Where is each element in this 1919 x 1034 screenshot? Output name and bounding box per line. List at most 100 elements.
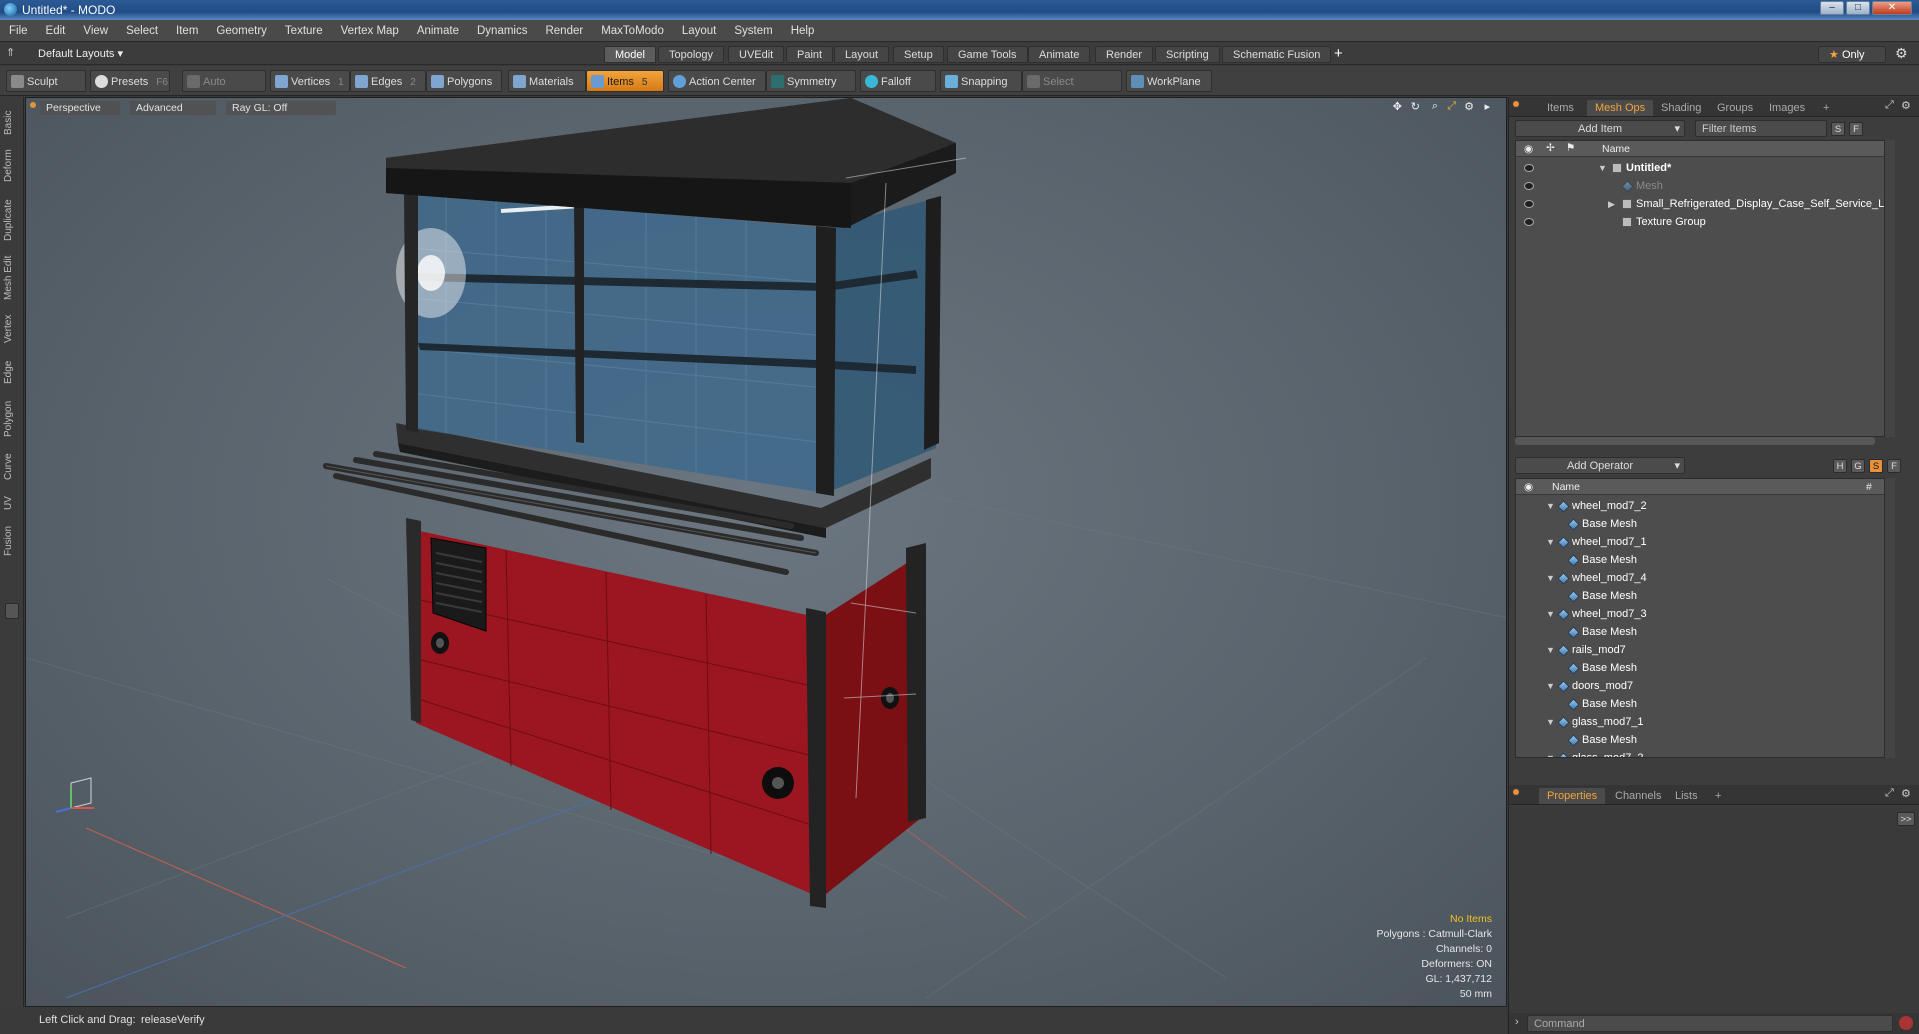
tree-row-texture-group[interactable]: Texture Group [1516,213,1884,231]
tab-mesh-edit[interactable]: Mesh Edit [3,252,21,304]
close-button[interactable]: ✕ [1872,1,1912,15]
workplane-button[interactable]: WorkPlane [1126,70,1212,92]
expand-panel-icon[interactable]: ⤢ [1885,787,1894,800]
add-item-dropdown[interactable]: Add Item ▾ [1515,120,1685,137]
add-operator-dropdown[interactable]: Add Operator ▾ [1515,457,1685,474]
items-f-button[interactable]: F [1849,122,1863,136]
command-input[interactable]: Command [1527,1015,1893,1032]
panel-gear-icon[interactable]: ⚙ [1901,787,1911,800]
add-tab-icon[interactable]: + [1707,788,1729,804]
vertices-button[interactable]: Vertices 1 [270,70,350,92]
panel-gear-icon[interactable]: ⚙ [1901,99,1911,112]
menu-animate[interactable]: Animate [408,20,468,42]
menu-system[interactable]: System [725,20,781,42]
layout-switch-icon[interactable]: ⇑ [6,46,15,59]
action-center-button[interactable]: Action Center [668,70,766,92]
menu-render[interactable]: Render [536,20,592,42]
eye-icon[interactable] [1524,218,1534,226]
meshops-scrollbar[interactable] [1885,478,1895,758]
collapse-arrow-icon[interactable]: ▼ [1546,749,1555,757]
eye-icon[interactable] [1524,164,1534,172]
expand-arrow-icon[interactable]: ▶ [1608,195,1615,213]
tab-model[interactable]: Model [604,46,656,63]
tab-duplicate[interactable]: Duplicate [3,193,21,247]
collapse-arrow-icon[interactable]: ▼ [1546,677,1555,695]
meshop-row[interactable]: ▼ doors_mod7 [1516,677,1884,695]
tab-render[interactable]: Render [1095,46,1154,63]
sculpt-button[interactable]: Sculpt [6,70,86,92]
base-mesh-row[interactable]: Base Mesh [1516,515,1884,533]
menu-file[interactable]: File [0,20,37,42]
snapping-button[interactable]: Snapping [940,70,1022,92]
select-through-button[interactable]: Select Through [1022,70,1122,110]
eye-icon[interactable] [1524,200,1534,208]
tab-paint[interactable]: Paint [786,46,834,63]
menu-select[interactable]: Select [117,20,167,42]
base-mesh-row[interactable]: Base Mesh [1516,731,1884,749]
menu-vertex-map[interactable]: Vertex Map [332,20,408,42]
tree-row-scene[interactable]: ▼ Untitled* [1516,159,1884,177]
only-toggle[interactable]: ★ Only [1818,46,1886,63]
materials-button[interactable]: Materials [508,70,586,92]
expand-properties-button[interactable]: >> [1897,812,1915,826]
symmetry-button[interactable]: Symmetry [766,70,856,92]
add-layout-tab-button[interactable]: + [1334,45,1343,62]
menu-item[interactable]: Item [167,20,207,42]
items-hscrollbar[interactable] [1515,437,1875,445]
meshop-row[interactable]: ▼ glass_mod7_2 [1516,749,1884,757]
expand-panel-icon[interactable]: ⤢ [1885,99,1894,112]
menu-view[interactable]: View [74,20,117,42]
menu-maxtomodo[interactable]: MaxToModo [592,20,673,42]
tab-uv[interactable]: UV [3,491,21,515]
presets-button[interactable]: Presets F6 [90,70,170,92]
menu-help[interactable]: Help [782,20,824,42]
default-layouts-dropdown[interactable]: Default Layouts ▾ [38,47,123,60]
tab-uvedit[interactable]: UVEdit [728,46,785,63]
gear-icon[interactable]: ⚙ [1895,45,1908,62]
meshops-g-button[interactable]: G [1851,459,1865,473]
base-mesh-row[interactable]: Base Mesh [1516,659,1884,677]
filter-items-input[interactable]: Filter Items [1695,120,1827,137]
menu-layout[interactable]: Layout [673,20,726,42]
meshops-f-button[interactable]: F [1887,459,1901,473]
tab-game-tools[interactable]: Game Tools [947,46,1028,63]
tab-shading[interactable]: Shading [1653,100,1709,116]
collapse-arrow-icon[interactable]: ▼ [1546,497,1555,515]
tab-setup[interactable]: Setup [893,46,944,63]
meshop-row[interactable]: ▼ wheel_mod7_1 [1516,533,1884,551]
base-mesh-row[interactable]: Base Mesh [1516,587,1884,605]
tab-topology[interactable]: Topology [658,46,725,63]
meshop-row[interactable]: ▼ wheel_mod7_2 [1516,497,1884,515]
collapse-arrow-icon[interactable]: ▼ [1546,533,1555,551]
meshop-row[interactable]: ▼ glass_mod7_1 [1516,713,1884,731]
eye-icon[interactable] [1524,182,1534,190]
auto-select-button[interactable]: Auto Select [182,70,266,110]
items-button[interactable]: Items 5 [586,70,664,92]
record-icon[interactable] [1899,1016,1913,1030]
tree-row-display-case[interactable]: ▶ Small_Refrigerated_Display_Case_Self_S… [1516,195,1884,213]
tab-mesh-ops[interactable]: Mesh Ops [1587,100,1654,116]
tab-lists[interactable]: Lists [1667,788,1706,804]
tab-edge[interactable]: Edge [3,355,21,389]
tab-basic[interactable]: Basic [3,105,21,141]
tab-fusion[interactable]: Fusion [3,521,21,561]
base-mesh-row[interactable]: Base Mesh [1516,623,1884,641]
meshop-row[interactable]: ▼ rails_mod7 [1516,641,1884,659]
tab-curve[interactable]: Curve [3,449,21,485]
menu-edit[interactable]: Edit [37,20,75,42]
collapse-arrow-icon[interactable]: ▼ [1546,641,1555,659]
tab-groups[interactable]: Groups [1709,100,1761,116]
maximize-button[interactable]: □ [1846,1,1870,15]
tab-channels[interactable]: Channels [1607,788,1669,804]
tab-polygon[interactable]: Polygon [3,395,21,443]
menu-dynamics[interactable]: Dynamics [468,20,536,42]
collapse-arrow-icon[interactable]: ▼ [1546,569,1555,587]
tab-images[interactable]: Images [1761,100,1813,116]
tab-layout[interactable]: Layout [834,46,890,63]
tab-properties[interactable]: Properties [1539,788,1606,804]
menu-geometry[interactable]: Geometry [207,20,276,42]
meshops-s-button[interactable]: S [1869,459,1883,473]
meshop-row[interactable]: ▼ wheel_mod7_4 [1516,569,1884,587]
menu-texture[interactable]: Texture [276,20,332,42]
meshop-row[interactable]: ▼ wheel_mod7_3 [1516,605,1884,623]
